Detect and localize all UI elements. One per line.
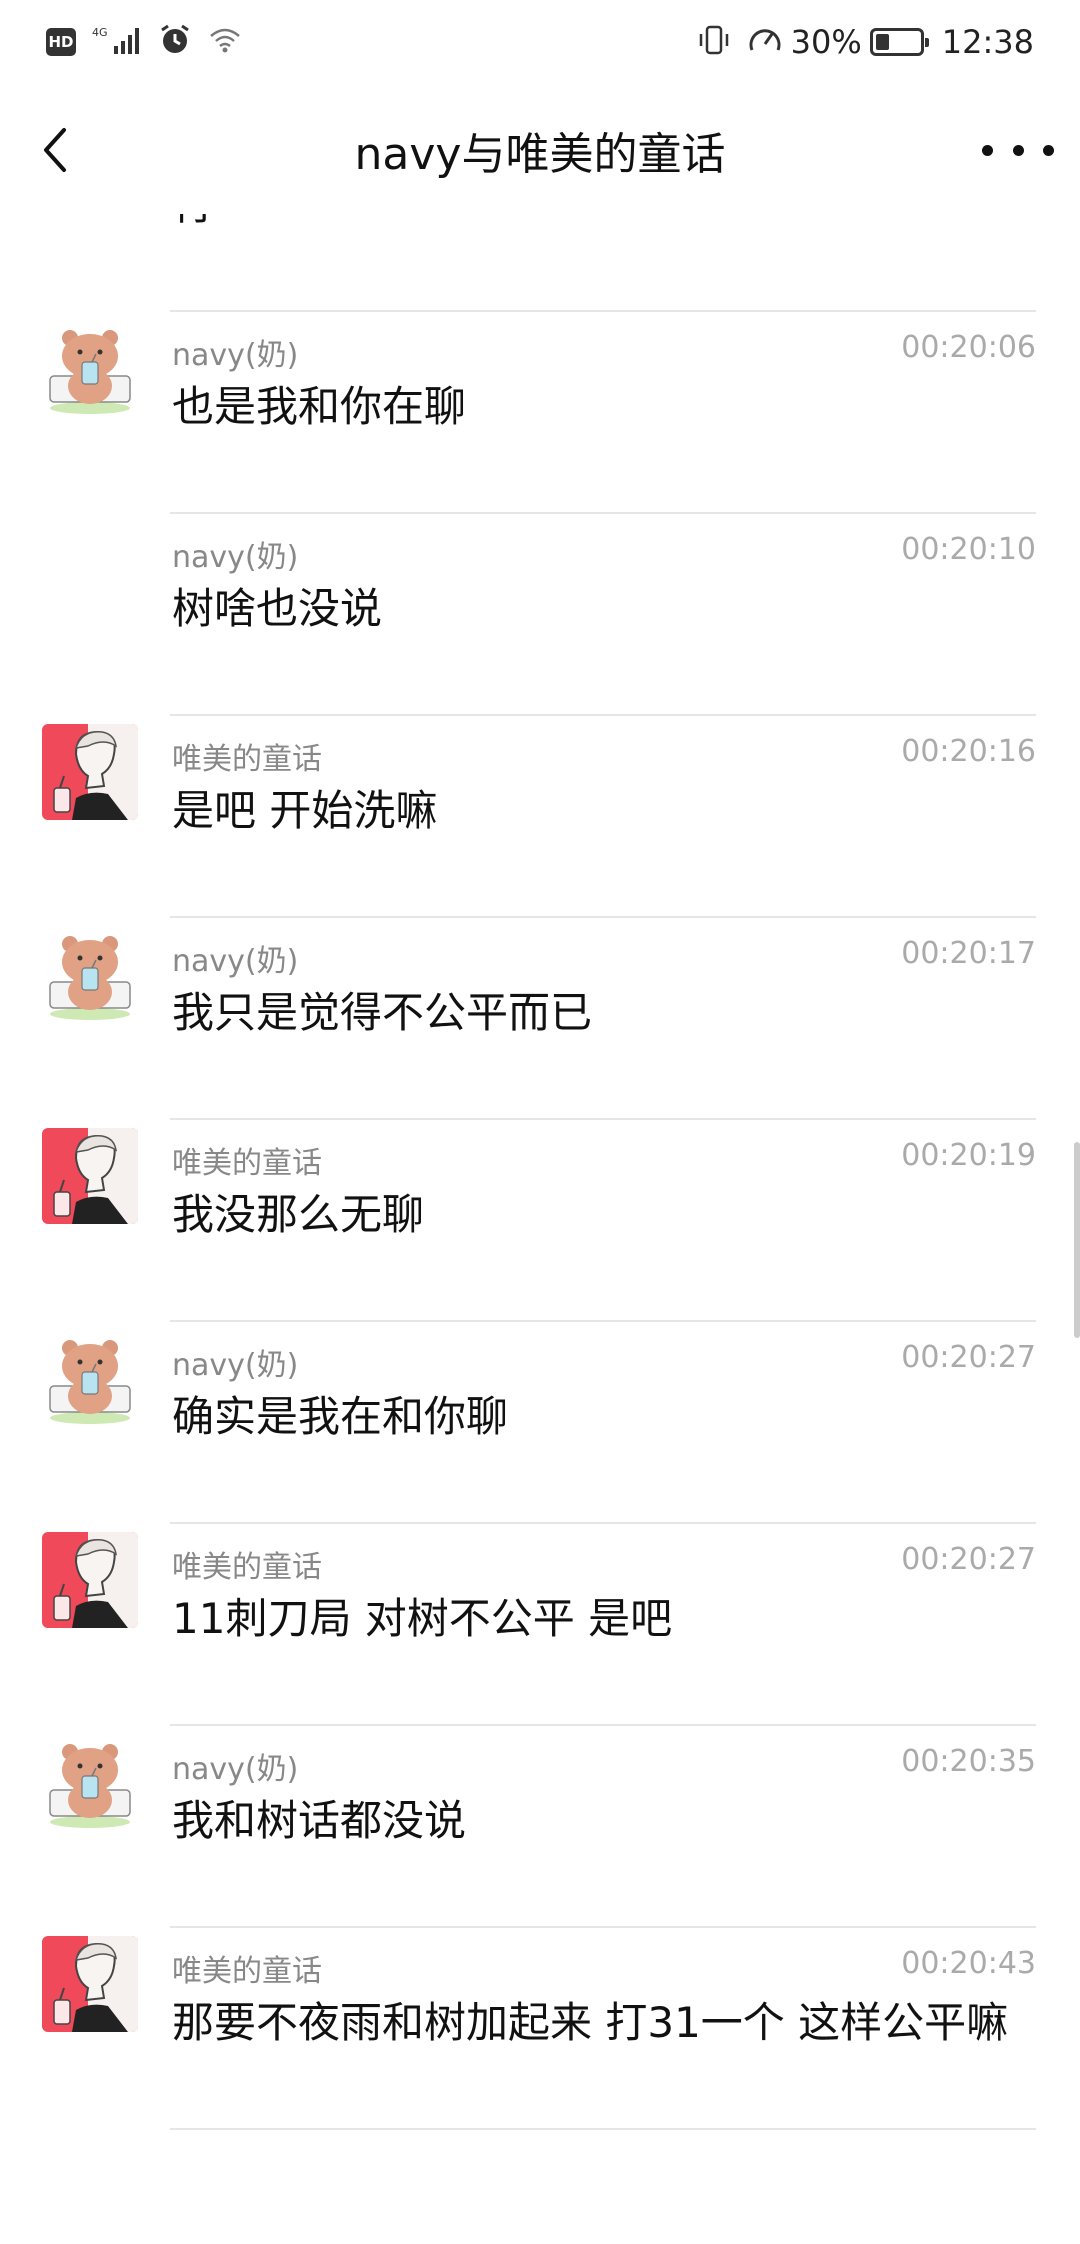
message-row[interactable]: navy(奶) 00:20:27 确实是我在和你聊 (0, 1322, 1080, 1524)
signal-4g-icon: 4G (92, 24, 142, 60)
avatar-woman-icon (42, 1936, 138, 2032)
message-time: 00:20:19 (901, 1138, 1036, 1173)
battery-icon (869, 28, 929, 56)
message-time: 00:20:10 (901, 532, 1036, 567)
message-text: 也是我和你在聊 (172, 382, 467, 431)
more-dot (1043, 144, 1054, 156)
message-text: 我没那么无聊 (172, 1190, 425, 1239)
avatar[interactable] (42, 926, 138, 1022)
wifi-icon (208, 25, 242, 59)
status-bar-right: 30% 12:38 (697, 22, 1034, 62)
message-text: 我只是觉得不公平而已 (172, 988, 593, 1037)
message-row[interactable]: 唯美的童话 00:20:27 11刺刀局 对树不公平 是吧 (0, 1524, 1080, 1726)
message-row[interactable]: 唯美的童话00:20:06行 (0, 214, 1080, 312)
chevron-left-icon (44, 128, 66, 172)
status-time: 12:38 (941, 23, 1034, 61)
avatar-woman-icon (42, 1128, 138, 1224)
message-text: 是吧 开始洗嘛 (172, 786, 438, 835)
back-button[interactable] (30, 116, 90, 184)
message-row[interactable]: navy(奶) 00:20:17 我只是觉得不公平而已 (0, 918, 1080, 1120)
message-text: 11刺刀局 对树不公平 是吧 (172, 1594, 673, 1643)
message-row[interactable]: navy(奶) 00:20:35 我和树话都没说 (0, 1726, 1080, 1928)
scrollbar[interactable] (1074, 1142, 1080, 1338)
sender-name: navy(奶) (172, 338, 299, 373)
message-row[interactable]: 唯美的童话 00:20:43 那要不夜雨和树加起来 打31一个 这样公平嘛 (0, 1928, 1080, 2130)
message-text: 树啥也没说 (172, 584, 383, 633)
avatar[interactable] (42, 1330, 138, 1426)
sender-name: navy(奶) (172, 540, 299, 575)
more-button[interactable] (982, 126, 1054, 174)
avatar-bear-icon (42, 320, 138, 416)
more-dot (982, 144, 993, 156)
message-time: 00:20:06 (901, 330, 1036, 365)
sender-name: 唯美的童话 (172, 1550, 322, 1585)
message-text: 确实是我在和你聊 (172, 1392, 509, 1441)
sender-name: 唯美的童话 (172, 1146, 322, 1181)
network-label: 4G (92, 26, 108, 39)
sender-name: 唯美的童话 (172, 742, 322, 777)
message-text: 行 (172, 214, 1040, 238)
sender-name: navy(奶) (172, 1348, 299, 1383)
message-time: 00:20:43 (901, 1946, 1036, 1981)
message-list[interactable]: 唯美的童话00:20:06行 navy(奶)00:20:06也是我和你在聊nav… (0, 214, 1080, 2244)
message-row[interactable]: navy(奶) 00:20:06 也是我和你在聊 (0, 312, 1080, 514)
vibrate-icon (697, 24, 731, 60)
avatar[interactable] (42, 1734, 138, 1830)
message-time: 00:20:16 (901, 734, 1036, 769)
message-time: 00:20:27 (901, 1542, 1036, 1577)
sender-name: navy(奶) (172, 944, 299, 979)
message-row[interactable]: 唯美的童话 00:20:19 我没那么无聊 (0, 1120, 1080, 1322)
message-row[interactable]: 唯美的童话 00:20:16 是吧 开始洗嘛 (0, 716, 1080, 918)
status-bar-left: HD 4G (46, 22, 258, 62)
speed-gauge-icon (747, 24, 783, 60)
row-divider (170, 2128, 1036, 2130)
page-title: navy与唯美的童话 (354, 129, 726, 180)
message-time: 00:20:17 (901, 936, 1036, 971)
message-time: 00:20:27 (901, 1340, 1036, 1375)
sender-name: 唯美的童话 (172, 1954, 322, 1989)
nav-bar: navy与唯美的童话 (0, 86, 1080, 214)
sender-name: navy(奶) (172, 1752, 299, 1787)
avatar-bear-icon (42, 1330, 138, 1426)
avatar[interactable] (42, 320, 138, 416)
avatar-woman-icon (42, 1532, 138, 1628)
message-time: 00:20:35 (901, 1744, 1036, 1779)
avatar[interactable] (42, 724, 138, 820)
avatar-bear-icon (42, 926, 138, 1022)
message-text: 我和树话都没说 (172, 1796, 467, 1845)
hd-icon: HD (46, 28, 76, 56)
battery-level-fill (875, 34, 889, 50)
avatar-woman-icon (42, 724, 138, 820)
status-bar: HD 4G 30% 12:38 (0, 0, 1080, 86)
avatar[interactable] (42, 1936, 138, 2032)
more-dot (1012, 144, 1024, 156)
avatar[interactable] (42, 1532, 138, 1628)
message-row[interactable]: navy(奶) 00:20:10 树啥也没说 (0, 514, 1080, 716)
avatar[interactable] (42, 1128, 138, 1224)
message-text: 那要不夜雨和树加起来 打31一个 这样公平嘛 (172, 1998, 1009, 2047)
alarm-icon (158, 23, 192, 61)
avatar-bear-icon (42, 1734, 138, 1830)
battery-percent: 30% (790, 23, 862, 61)
